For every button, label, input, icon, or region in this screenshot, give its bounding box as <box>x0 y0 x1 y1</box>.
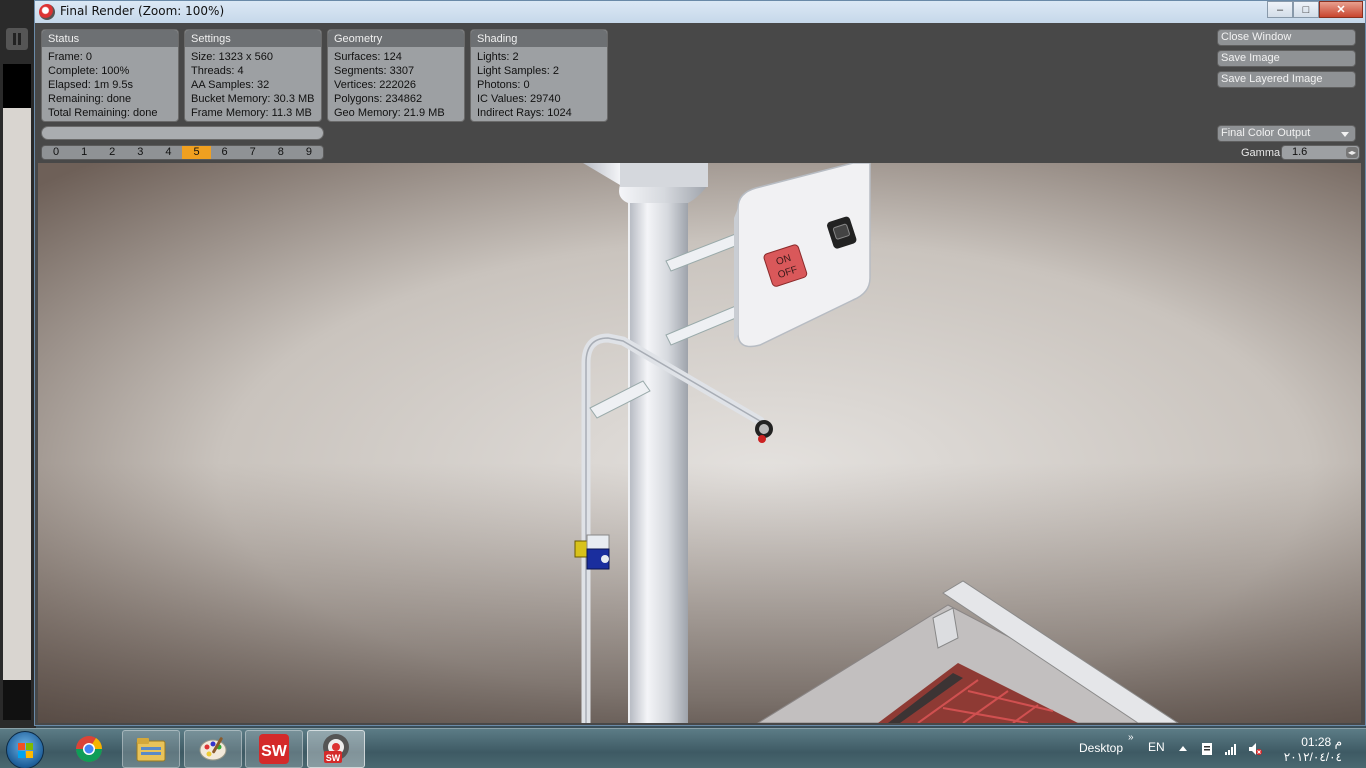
save-image-button[interactable]: Save Image <box>1217 50 1356 67</box>
start-button[interactable] <box>6 731 44 768</box>
network-signal-icon[interactable] <box>1224 742 1238 756</box>
geometry-panel: Geometry Surfaces: 124 Segments: 3307 Ve… <box>327 29 465 122</box>
frame-selector: 0 1 2 3 4 5 6 7 8 9 <box>41 145 324 160</box>
frame-button-3[interactable]: 3 <box>126 146 154 159</box>
settings-threads: Threads: 4 <box>191 65 244 77</box>
chevron-down-icon <box>1341 132 1349 137</box>
status-total-remaining: Total Remaining: done <box>48 107 158 119</box>
geometry-segments: Segments: 3307 <box>334 65 415 77</box>
action-center-icon[interactable] <box>1200 742 1214 756</box>
svg-text:SW: SW <box>261 743 288 760</box>
minimize-button[interactable]: – <box>1267 1 1293 18</box>
status-panel-header: Status <box>42 30 178 47</box>
frame-button-6[interactable]: 6 <box>211 146 239 159</box>
photoview-icon: SW <box>323 734 349 763</box>
shading-panel: Shading Lights: 2 Light Samples: 2 Photo… <box>470 29 608 122</box>
settings-size: Size: 1323 x 560 <box>191 51 273 63</box>
shading-indirect-rays: Indirect Rays: 1024 <box>477 107 572 119</box>
gamma-input[interactable]: 1.6 ◂▸ <box>1281 145 1360 160</box>
desktop-toolbar-label[interactable]: Desktop <box>1079 741 1123 755</box>
background-panel <box>3 64 31 108</box>
window-title: Final Render (Zoom: 100%) <box>60 4 225 18</box>
language-indicator[interactable]: EN <box>1148 740 1165 754</box>
background-panel-bottom <box>3 680 31 720</box>
frame-button-7[interactable]: 7 <box>239 146 267 159</box>
settings-aa-samples: AA Samples: 32 <box>191 79 270 91</box>
frame-button-4[interactable]: 4 <box>154 146 182 159</box>
shading-ic-values: IC Values: 29740 <box>477 93 561 105</box>
chrome-taskbar-button[interactable] <box>60 730 118 768</box>
chrome-icon <box>75 736 103 763</box>
solidworks-taskbar-button[interactable]: SW <box>245 730 303 768</box>
shading-light-samples: Light Samples: 2 <box>477 65 559 77</box>
frame-button-5[interactable]: 5 <box>182 146 211 159</box>
geometry-polygons: Polygons: 234862 <box>334 93 423 105</box>
background-window <box>0 0 36 728</box>
settings-panel-header: Settings <box>185 30 321 47</box>
frame-button-0[interactable]: 0 <box>42 146 70 159</box>
settings-frame-memory: Frame Memory: 11.3 MB <box>191 107 312 119</box>
render-viewport: ON OFF <box>38 163 1361 723</box>
taskbar: SW SW Desktop » EN 01:28 م ٢٠١٢/٠٤/٠٤ <box>0 728 1366 768</box>
status-complete: Complete: 100% <box>48 65 130 77</box>
status-frame: Frame: 0 <box>48 51 93 63</box>
final-render-window: Final Render (Zoom: 100%) – □ ✕ Status F… <box>34 0 1366 726</box>
pause-icon[interactable] <box>6 28 28 50</box>
close-window-button[interactable]: Close Window <box>1217 29 1356 46</box>
toolbar-chevron-icon[interactable]: » <box>1128 732 1134 743</box>
settings-panel: Settings Size: 1323 x 560 Threads: 4 AA … <box>184 29 322 122</box>
show-hidden-icons-icon[interactable] <box>1179 746 1187 751</box>
maximize-button[interactable]: □ <box>1293 1 1319 18</box>
save-layered-image-button[interactable]: Save Layered Image <box>1217 71 1356 88</box>
photoview-taskbar-button[interactable]: SW <box>307 730 365 768</box>
frame-button-9[interactable]: 9 <box>295 146 323 159</box>
windows-logo-icon <box>18 743 34 759</box>
photoview-app-icon <box>39 4 55 20</box>
paint-palette-icon <box>199 737 227 761</box>
geometry-panel-header: Geometry <box>328 30 464 47</box>
clock-time[interactable]: 01:28 م <box>1286 735 1342 749</box>
close-button[interactable]: ✕ <box>1319 1 1363 18</box>
rendered-scene: ON OFF <box>38 163 1361 723</box>
volume-muted-icon[interactable] <box>1248 742 1262 756</box>
folder-icon <box>136 738 166 762</box>
shading-photons: Photons: 0 <box>477 79 530 91</box>
clock-date[interactable]: ٢٠١٢/٠٤/٠٤ <box>1276 750 1342 764</box>
status-remaining: Remaining: done <box>48 93 132 105</box>
frame-button-2[interactable]: 2 <box>98 146 126 159</box>
output-select-value: Final Color Output <box>1221 127 1311 139</box>
background-viewport <box>3 108 31 680</box>
status-panel: Status Frame: 0 Complete: 100% Elapsed: … <box>41 29 179 122</box>
shading-panel-header: Shading <box>471 30 607 47</box>
output-select[interactable]: Final Color Output <box>1217 125 1356 142</box>
geometry-geo-memory: Geo Memory: 21.9 MB <box>334 107 445 119</box>
frame-button-8[interactable]: 8 <box>267 146 295 159</box>
explorer-taskbar-button[interactable] <box>122 730 180 768</box>
window-controls: – □ ✕ <box>1267 1 1363 18</box>
gamma-value: 1.6 <box>1292 146 1308 158</box>
render-progress-bar <box>41 126 324 140</box>
spinner-arrows-icon[interactable]: ◂▸ <box>1346 147 1358 158</box>
gamma-label: Gamma <box>1241 147 1281 159</box>
settings-bucket-memory: Bucket Memory: 30.3 MB <box>191 93 315 105</box>
floor-shadow <box>38 463 1361 723</box>
svg-text:SW: SW <box>326 753 341 763</box>
frame-button-1[interactable]: 1 <box>70 146 98 159</box>
status-elapsed: Elapsed: 1m 9.5s <box>48 79 133 91</box>
paint-taskbar-button[interactable] <box>184 730 242 768</box>
solidworks-icon: SW <box>259 734 289 764</box>
window-titlebar[interactable]: Final Render (Zoom: 100%) – □ ✕ <box>35 1 1365 23</box>
geometry-surfaces: Surfaces: 124 <box>334 51 402 63</box>
shading-lights: Lights: 2 <box>477 51 519 63</box>
geometry-vertices: Vertices: 222026 <box>334 79 416 91</box>
